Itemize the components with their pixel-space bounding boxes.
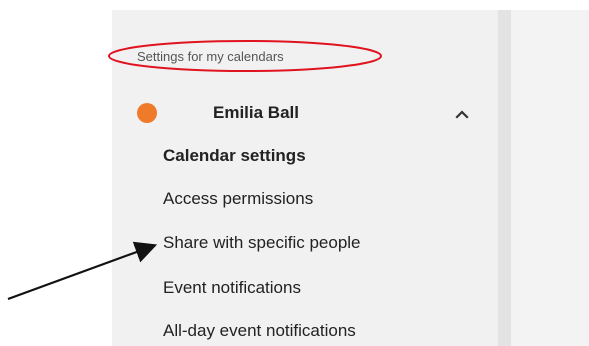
calendar-color-dot — [137, 103, 157, 123]
screenshot-frame: Settings for my calendars Emilia Ball Ca… — [0, 0, 589, 346]
menu-item-all-day-event-notifications[interactable]: All-day event notifications — [163, 321, 356, 341]
calendar-header-emilia-ball[interactable]: Emilia Ball — [137, 100, 482, 128]
chevron-up-icon[interactable] — [453, 106, 471, 124]
menu-item-share-with-specific-people[interactable]: Share with specific people — [163, 233, 361, 253]
menu-item-access-permissions[interactable]: Access permissions — [163, 189, 313, 209]
sidebar-scrollbar[interactable] — [498, 10, 511, 346]
section-title-my-calendars: Settings for my calendars — [137, 49, 284, 64]
main-content-area — [511, 10, 589, 346]
menu-item-calendar-settings[interactable]: Calendar settings — [163, 146, 306, 166]
calendar-name: Emilia Ball — [213, 103, 299, 122]
menu-item-event-notifications[interactable]: Event notifications — [163, 278, 301, 298]
